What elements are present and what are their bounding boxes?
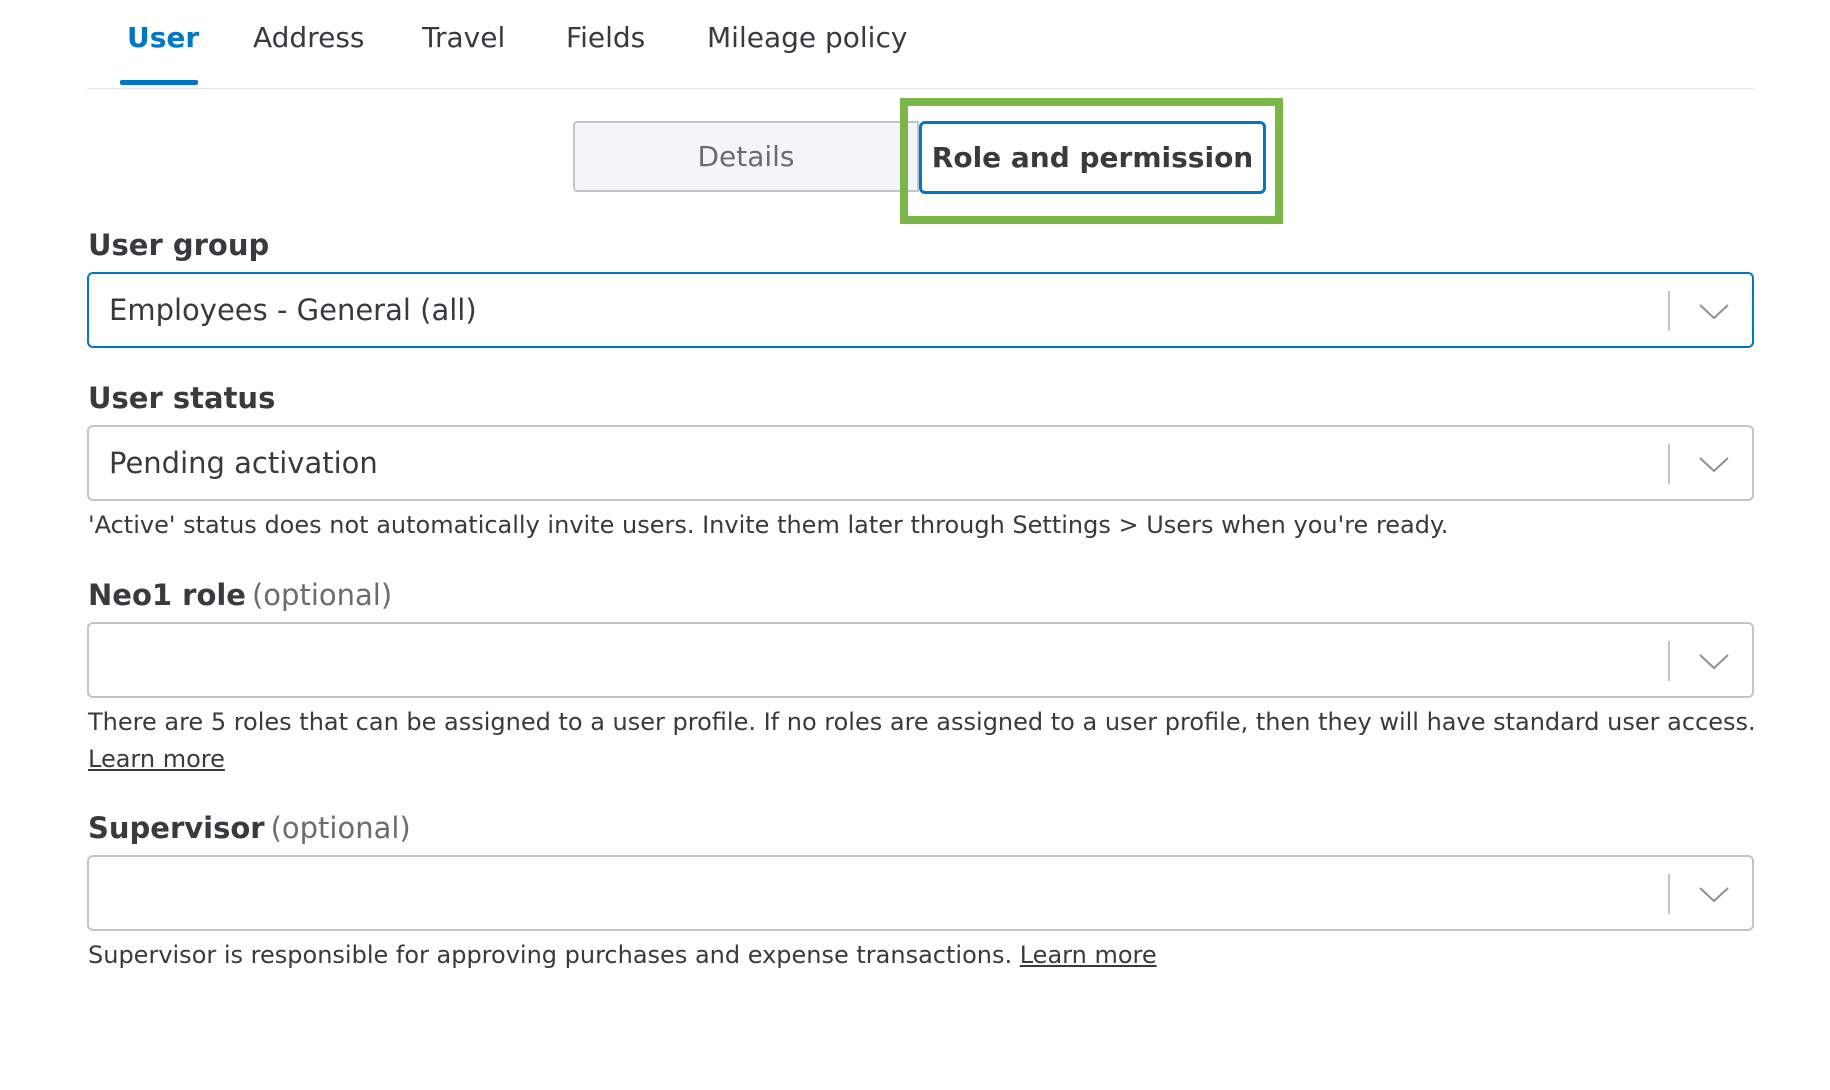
tab-mileage-policy[interactable]: Mileage policy [707, 18, 907, 58]
chevron-down-icon[interactable] [1696, 294, 1732, 328]
page: User Address Travel Fields Mileage polic… [0, 0, 1830, 1090]
supervisor-select[interactable] [87, 855, 1754, 931]
user-status-label: User status [88, 381, 275, 415]
user-status-help-text: 'Active' status does not automatically i… [88, 511, 1449, 539]
supervisor-label: Supervisor (optional) [88, 811, 411, 845]
user-status-value: Pending activation [109, 446, 378, 480]
supervisor-label-text: Supervisor [88, 811, 265, 845]
supervisor-learn-more-link[interactable]: Learn more [1020, 941, 1157, 969]
neo1-role-learn-more-wrapper: Learn more [88, 741, 225, 778]
select-divider [1668, 291, 1670, 331]
tab-fields[interactable]: Fields [566, 18, 645, 58]
optional-tag: (optional) [251, 578, 393, 612]
user-group-value: Employees - General (all) [109, 293, 477, 327]
select-divider [1668, 874, 1670, 914]
segment-role-and-permission-button[interactable]: Role and permission [919, 121, 1266, 194]
chevron-down-icon[interactable] [1696, 644, 1732, 678]
select-divider [1668, 444, 1670, 484]
supervisor-help-text: Supervisor is responsible for approving … [88, 941, 1013, 969]
neo1-role-label: Neo1 role (optional) [88, 578, 392, 612]
neo1-role-help-text: There are 5 roles that can be assigned t… [88, 708, 1756, 736]
chevron-down-icon[interactable] [1696, 447, 1732, 481]
chevron-down-icon[interactable] [1696, 877, 1732, 911]
user-group-select[interactable]: Employees - General (all) [87, 272, 1754, 348]
supervisor-help-row: Supervisor is responsible for approving … [88, 937, 1157, 974]
user-status-label-text: User status [88, 381, 276, 415]
tab-bar: User Address Travel Fields Mileage polic… [87, 0, 1754, 89]
neo1-role-select[interactable] [87, 622, 1754, 698]
tab-address[interactable]: Address [253, 18, 365, 58]
user-group-label: User group [88, 228, 269, 262]
neo1-role-label-text: Neo1 role [88, 578, 246, 612]
user-status-select[interactable]: Pending activation [87, 425, 1754, 501]
tab-user[interactable]: User [127, 18, 199, 58]
segment-details-button[interactable]: Details [573, 121, 919, 192]
tab-travel[interactable]: Travel [422, 18, 505, 58]
user-group-label-text: User group [88, 228, 270, 262]
neo1-role-learn-more-link[interactable]: Learn more [88, 745, 225, 773]
select-divider [1668, 641, 1670, 681]
active-tab-indicator [120, 80, 198, 85]
optional-tag: (optional) [270, 811, 411, 845]
